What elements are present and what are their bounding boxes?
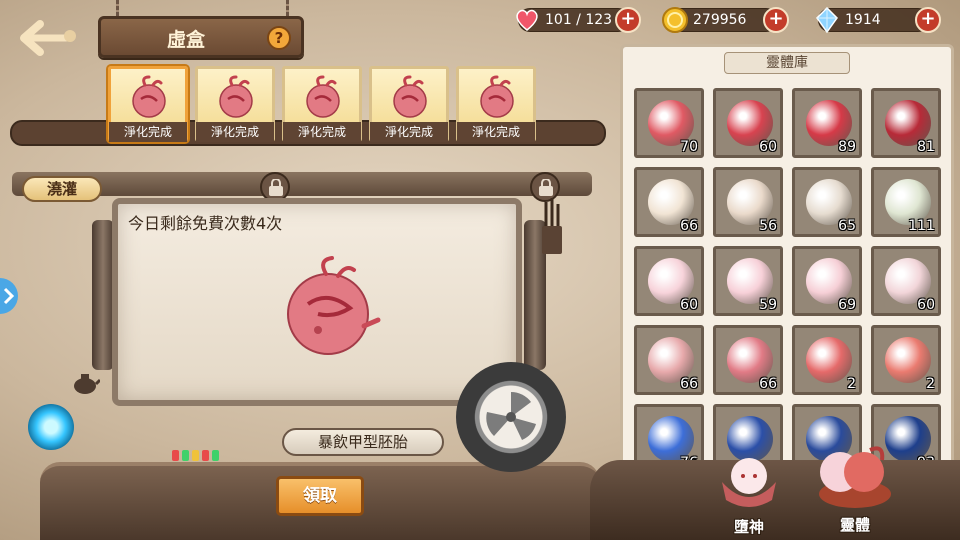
gold-value: 279956: [693, 12, 747, 28]
spirit-count: 60: [759, 139, 777, 155]
embryo-slot[interactable]: 淨化完成: [369, 66, 449, 142]
spirit-creature-icon: [806, 337, 852, 383]
free-attempts-text: 今日剩餘免費次數4次: [128, 214, 283, 233]
crystal-counter: 1914 +: [816, 6, 941, 34]
spirit-count: 2: [926, 376, 935, 392]
stamina-counter: 101 / 123 +: [516, 7, 641, 33]
embryo-icon: [393, 75, 427, 118]
spirit-item-cell[interactable]: 60: [713, 88, 783, 158]
spirit-item-cell[interactable]: 81: [871, 88, 941, 158]
spirit-count: 59: [759, 297, 777, 313]
chamber-side-bolt: [92, 220, 114, 370]
spirit-item-cell[interactable]: 66: [634, 325, 704, 395]
page-title: 虛盒: [166, 29, 205, 51]
spirit-count: 56: [759, 218, 777, 234]
energy-orb: [28, 404, 74, 450]
spirit-icon: [819, 446, 891, 508]
spirit-item-cell[interactable]: 65: [792, 167, 862, 237]
chain: [116, 0, 119, 16]
embryo-slot[interactable]: 淨化完成: [456, 66, 536, 142]
side-expand-tab[interactable]: [0, 278, 18, 314]
embryo-icon: [306, 75, 340, 118]
spirit-count: 60: [680, 297, 698, 313]
status-lights: [172, 446, 222, 465]
add-stamina-button[interactable]: +: [615, 7, 641, 33]
fallen-god-icon: [722, 458, 776, 507]
status-light: [212, 450, 219, 461]
spirit-item-cell[interactable]: 89: [792, 88, 862, 158]
watering-tag[interactable]: 澆灌: [22, 176, 102, 202]
embryo-icon: [219, 75, 253, 118]
tab-fallen-god[interactable]: 墮神: [716, 452, 782, 536]
spirit-count: 111: [908, 218, 935, 234]
spirit-count: 66: [759, 376, 777, 392]
title-plate: 虛盒 ?: [98, 16, 304, 58]
spirit-count: 89: [838, 139, 856, 155]
spirit-item-cell[interactable]: 2: [871, 325, 941, 395]
slot-status-label: 淨化完成: [283, 122, 361, 142]
tab-spirit[interactable]: 靈體: [810, 442, 900, 534]
spirit-item-cell[interactable]: 69: [792, 246, 862, 316]
embryo-slot[interactable]: 淨化完成: [282, 66, 362, 142]
spirit-item-cell[interactable]: 66: [634, 167, 704, 237]
spirit-count: 2: [847, 376, 856, 392]
spirit-count: 60: [917, 297, 935, 313]
spirit-item-cell[interactable]: 59: [713, 246, 783, 316]
crystal-icon: [816, 6, 838, 34]
spirit-count: 66: [680, 376, 698, 392]
slot-status-label: 淨化完成: [370, 122, 448, 142]
stamina-value: 101 / 123: [545, 12, 613, 28]
help-button[interactable]: ?: [267, 26, 291, 50]
crystal-value: 1914: [845, 12, 881, 28]
slot-status-label: 淨化完成: [457, 122, 535, 142]
spirit-count: 66: [680, 218, 698, 234]
tab-spirit-label: 靈體: [839, 516, 870, 534]
status-light: [172, 450, 179, 461]
tab-fallen-god-label: 墮神: [733, 518, 764, 536]
heart-icon: [516, 9, 538, 31]
storage-title: 靈體庫: [724, 52, 850, 74]
slot-status-label: 淨化完成: [196, 122, 274, 142]
coin-icon: [662, 7, 688, 33]
spirit-count: 70: [680, 139, 698, 155]
teapot-icon: [70, 368, 102, 396]
spirit-count: 65: [838, 218, 856, 234]
embryo-creature: [287, 256, 381, 355]
spirit-creature-icon: [885, 337, 931, 383]
chevron-right-icon: [3, 287, 15, 305]
status-light: [202, 450, 209, 461]
spirit-item-cell[interactable]: 60: [634, 246, 704, 316]
slot-status-label: 淨化完成: [109, 122, 187, 142]
spirit-count: 81: [917, 139, 935, 155]
status-light: [192, 450, 199, 461]
embryo-icon: [132, 75, 166, 118]
valve-wheel[interactable]: [456, 362, 566, 472]
add-crystal-button[interactable]: +: [915, 7, 941, 33]
fan-icon: [486, 392, 536, 440]
gold-counter: 279956 +: [662, 7, 789, 33]
spirit-item-cell[interactable]: 111: [871, 167, 941, 237]
embryo-slot[interactable]: 淨化完成: [108, 66, 188, 142]
embryo-slot[interactable]: 淨化完成: [195, 66, 275, 142]
status-light: [182, 450, 189, 461]
creature-name-label: 暴飲甲型胚胎: [282, 428, 444, 456]
back-arrow-icon[interactable]: [18, 20, 80, 56]
spirit-item-cell[interactable]: 70: [634, 88, 704, 158]
spirit-item-cell[interactable]: 56: [713, 167, 783, 237]
spirit-item-cell[interactable]: 66: [713, 325, 783, 395]
chain: [286, 0, 289, 16]
claim-button[interactable]: 領取: [276, 476, 364, 516]
add-gold-button[interactable]: +: [763, 7, 789, 33]
spirit-item-cell[interactable]: 60: [871, 246, 941, 316]
spirit-item-cell[interactable]: 2: [792, 325, 862, 395]
spirit-count: 69: [838, 297, 856, 313]
brush-holder: [540, 196, 564, 256]
embryo-icon: [480, 75, 514, 118]
